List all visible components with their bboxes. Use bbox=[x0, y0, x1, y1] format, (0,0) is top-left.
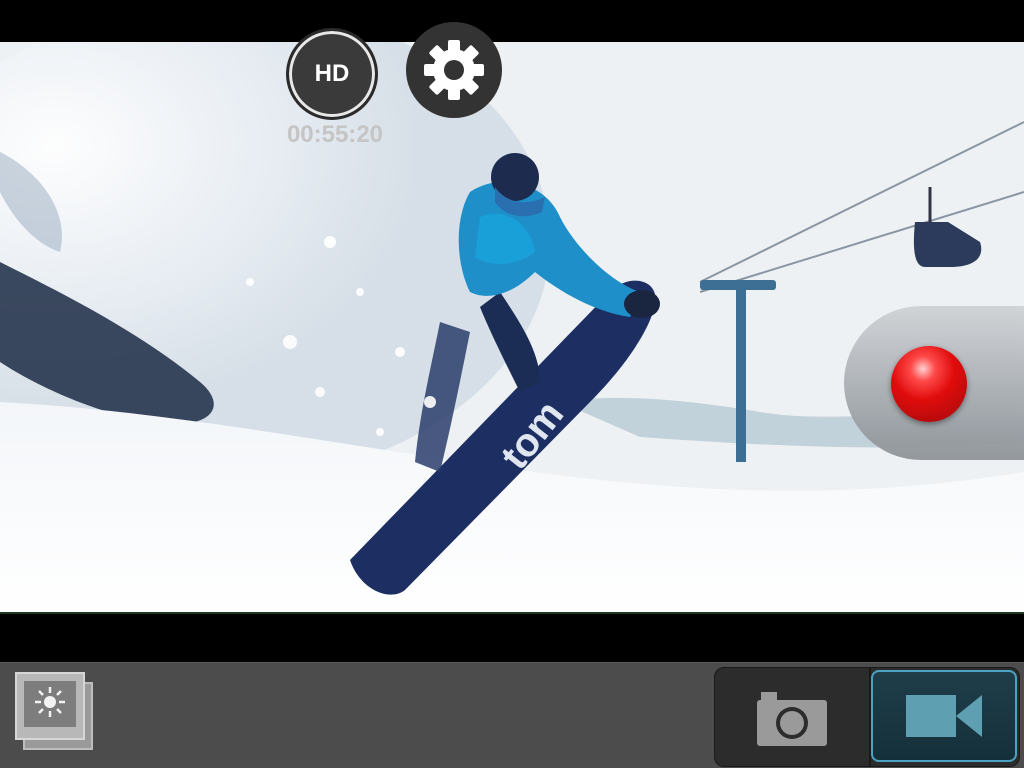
camera-icon bbox=[757, 692, 827, 746]
gallery-button[interactable] bbox=[14, 671, 98, 755]
hd-label: HD bbox=[314, 60, 350, 87]
record-button[interactable] bbox=[844, 306, 1024, 460]
hd-toggle-button[interactable]: HD bbox=[286, 28, 378, 120]
video-mode-button[interactable] bbox=[871, 670, 1017, 762]
recording-time: 00:55:20 bbox=[286, 121, 384, 148]
mode-switch bbox=[714, 667, 1020, 767]
camera-screen: tom HD 00:55:20 bbox=[0, 0, 1024, 768]
record-icon bbox=[891, 346, 967, 422]
gear-icon bbox=[424, 40, 484, 100]
photo-mode-button[interactable] bbox=[715, 668, 869, 766]
video-camera-icon bbox=[906, 695, 982, 737]
gallery-icon bbox=[15, 672, 93, 750]
settings-button[interactable] bbox=[406, 22, 502, 118]
preview-bottom-edge bbox=[0, 612, 1024, 614]
bottom-toolbar bbox=[0, 662, 1024, 768]
